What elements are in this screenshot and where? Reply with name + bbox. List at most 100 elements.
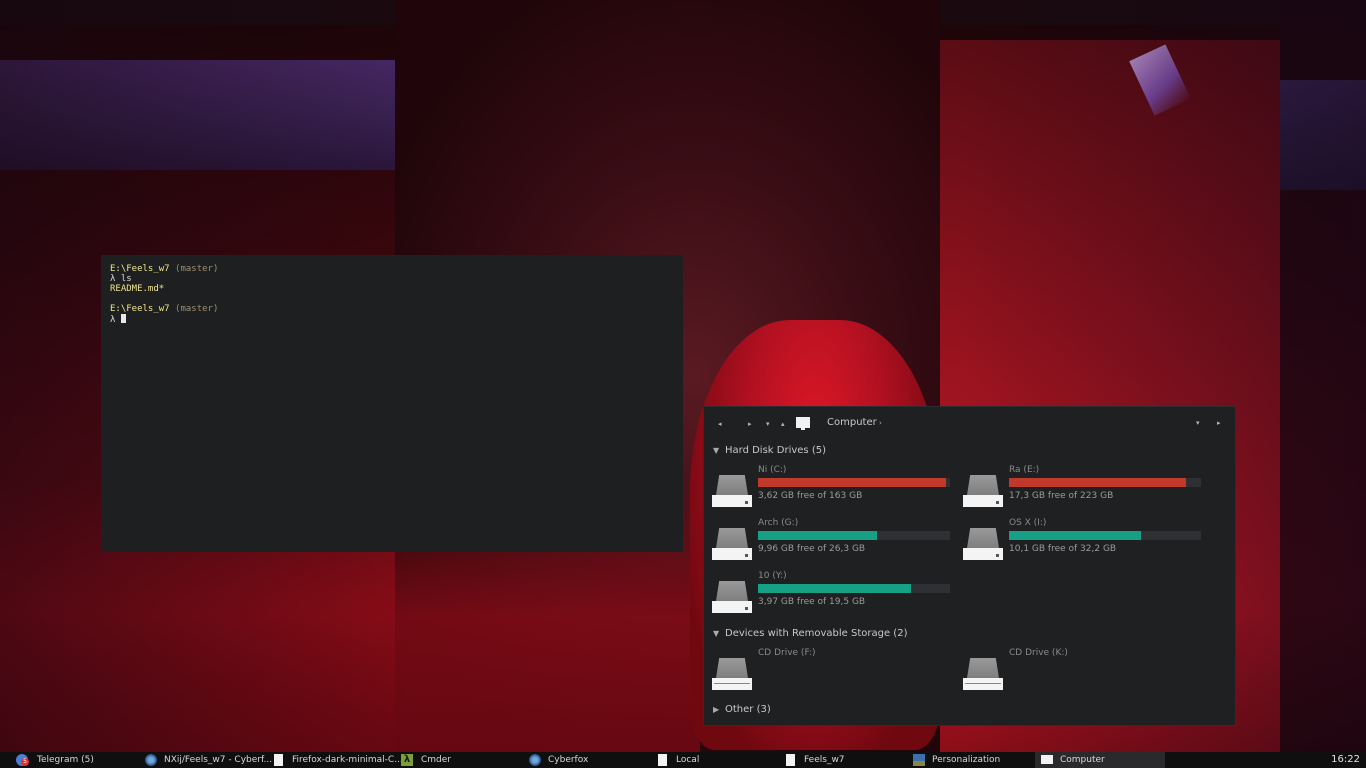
- terminal-line: E:\Feels_w7 (master): [110, 304, 674, 314]
- group-label: Hard Disk Drives (5): [725, 445, 826, 456]
- terminal-branch: (master): [175, 264, 219, 274]
- expand-triangle-icon[interactable]: ▼: [713, 629, 725, 638]
- drive-item[interactable]: 10 (Y:) 3,97 GB free of 19,5 GB: [712, 571, 962, 619]
- taskbar-item-computer[interactable]: Computer: [1035, 752, 1165, 768]
- taskbar: Telegram (5) NXij/Feels_w7 - Cyberf... F…: [0, 752, 1366, 768]
- terminal-file: README.md*: [110, 284, 165, 294]
- cd-drive-icon: [712, 658, 752, 690]
- drive-item[interactable]: Ni (C:) 3,62 GB free of 163 GB: [712, 465, 962, 513]
- terminal-cursor: [120, 314, 126, 323]
- drive-free-space: 17,3 GB free of 223 GB: [1009, 491, 1114, 501]
- taskbar-item-firefox-folder[interactable]: Firefox-dark-minimal-C...: [265, 752, 403, 768]
- taskbar-item-telegram[interactable]: Telegram (5): [0, 752, 130, 768]
- address-dropdown-icon[interactable]: ▾: [1196, 419, 1200, 427]
- terminal-path: E:\Feels_w7: [110, 304, 170, 314]
- drive-name: Ra (E:): [1009, 465, 1040, 475]
- drive-usage-fill: [1009, 531, 1141, 540]
- drive-item[interactable]: OS X (I:) 10,1 GB free of 32,2 GB: [963, 518, 1213, 566]
- drive-usage-fill: [758, 531, 878, 540]
- personalization-icon: [913, 754, 925, 766]
- drive-free-space: 10,1 GB free of 32,2 GB: [1009, 544, 1117, 554]
- terminal-line: E:\Feels_w7 (master): [110, 264, 674, 274]
- drive-usage-bar: [1009, 478, 1201, 487]
- taskbar-item-cmder[interactable]: λ Cmder: [395, 752, 515, 768]
- group-header-hard-disks[interactable]: ▼ Hard Disk Drives (5): [713, 445, 826, 456]
- drive-usage-bar: [1009, 531, 1201, 540]
- drive-usage-fill: [1009, 478, 1187, 487]
- group-header-removable[interactable]: ▼ Devices with Removable Storage (2): [713, 628, 907, 639]
- terminal-path: E:\Feels_w7: [110, 264, 170, 274]
- drive-name: OS X (I:): [1009, 518, 1047, 528]
- drive-usage-bar: [758, 584, 950, 593]
- drive-name: Ni (C:): [758, 465, 787, 475]
- address-bar: ◂ ▸ ▾ ▴ Computer › ▾ ▸: [704, 415, 1237, 435]
- refresh-icon[interactable]: ▸: [1217, 419, 1221, 427]
- taskbar-item-label: NXij/Feels_w7 - Cyberf...: [164, 755, 273, 765]
- group-label: Devices with Removable Storage (2): [725, 628, 908, 639]
- drive-name: CD Drive (F:): [758, 648, 816, 658]
- drive-usage-bar: [758, 478, 950, 487]
- taskbar-item-label: Feels_w7: [804, 755, 845, 765]
- terminal-line[interactable]: λ: [110, 314, 674, 325]
- drive-name: Arch (G:): [758, 518, 799, 528]
- computer-explorer-window[interactable]: ◂ ▸ ▾ ▴ Computer › ▾ ▸ ▼ Hard Disk Drives…: [703, 406, 1236, 726]
- cyberfox-icon: [145, 754, 157, 766]
- document-icon: [786, 754, 795, 766]
- document-icon: [274, 754, 283, 766]
- taskbar-item-label: Personalization: [932, 755, 1001, 765]
- hard-drive-icon: [963, 475, 1003, 507]
- drive-free-space: 3,62 GB free of 163 GB: [758, 491, 863, 501]
- drive-item[interactable]: Arch (G:) 9,96 GB free of 26,3 GB: [712, 518, 962, 566]
- drive-name: CD Drive (K:): [1009, 648, 1068, 658]
- address-location[interactable]: Computer: [827, 417, 877, 428]
- terminal-output[interactable]: E:\Feels_w7 (master) λ ls README.md* E:\…: [101, 255, 683, 333]
- taskbar-item-label: Cmder: [421, 755, 452, 765]
- taskbar-item-local[interactable]: Local: [645, 752, 775, 768]
- taskbar-item-cyberfox-window[interactable]: NXij/Feels_w7 - Cyberf...: [130, 752, 272, 768]
- taskbar-item-label: Computer: [1060, 755, 1105, 765]
- taskbar-item-cyberfox[interactable]: Cyberfox: [515, 752, 645, 768]
- drive-name: 10 (Y:): [758, 571, 787, 581]
- taskbar-item-label: Telegram (5): [37, 755, 94, 765]
- group-label: Other (3): [725, 704, 771, 715]
- recent-pages-icon[interactable]: ▾: [766, 420, 770, 428]
- drive-free-space: 9,96 GB free of 26,3 GB: [758, 544, 866, 554]
- taskbar-clock[interactable]: 16:22: [1331, 752, 1360, 768]
- drive-usage-bar: [758, 531, 950, 540]
- cyberfox-icon: [529, 754, 541, 766]
- cd-drive-icon: [963, 658, 1003, 690]
- taskbar-item-label: Firefox-dark-minimal-C...: [292, 755, 403, 765]
- hard-drive-icon: [963, 528, 1003, 560]
- drive-usage-fill: [758, 584, 911, 593]
- drive-item[interactable]: Ra (E:) 17,3 GB free of 223 GB: [963, 465, 1213, 513]
- taskbar-item-personalization[interactable]: Personalization: [905, 752, 1035, 768]
- hard-drive-icon: [712, 528, 752, 560]
- up-arrow-icon[interactable]: ▴: [781, 420, 785, 428]
- terminal-prompt: λ: [110, 315, 121, 325]
- drive-free-space: 3,97 GB free of 19,5 GB: [758, 597, 866, 607]
- terminal-line: λ ls: [110, 274, 674, 284]
- computer-icon: [1041, 755, 1053, 764]
- terminal-branch: (master): [175, 304, 219, 314]
- group-header-other[interactable]: ▶ Other (3): [713, 704, 771, 715]
- expand-triangle-icon[interactable]: ▼: [713, 446, 725, 455]
- collapse-triangle-icon[interactable]: ▶: [713, 705, 725, 714]
- cmder-icon: λ: [401, 754, 413, 766]
- telegram-icon: [16, 754, 29, 766]
- taskbar-item-label: Local: [676, 755, 700, 765]
- terminal-line: README.md*: [110, 284, 674, 294]
- terminal-command: λ ls: [110, 274, 132, 284]
- cmder-terminal-window[interactable]: E:\Feels_w7 (master) λ ls README.md* E:\…: [101, 255, 683, 552]
- hard-drive-icon: [712, 475, 752, 507]
- hard-drive-icon: [712, 581, 752, 613]
- back-arrow-icon[interactable]: ◂: [718, 420, 722, 428]
- computer-icon: [796, 417, 810, 430]
- drive-usage-fill: [758, 478, 946, 487]
- taskbar-item-label: Cyberfox: [548, 755, 589, 765]
- breadcrumb-chevron-icon[interactable]: ›: [879, 419, 882, 427]
- forward-arrow-icon[interactable]: ▸: [748, 420, 752, 428]
- cd-drive-item[interactable]: CD Drive (F:): [712, 648, 962, 696]
- cd-drive-item[interactable]: CD Drive (K:): [963, 648, 1213, 696]
- taskbar-item-feels-w7[interactable]: Feels_w7: [775, 752, 905, 768]
